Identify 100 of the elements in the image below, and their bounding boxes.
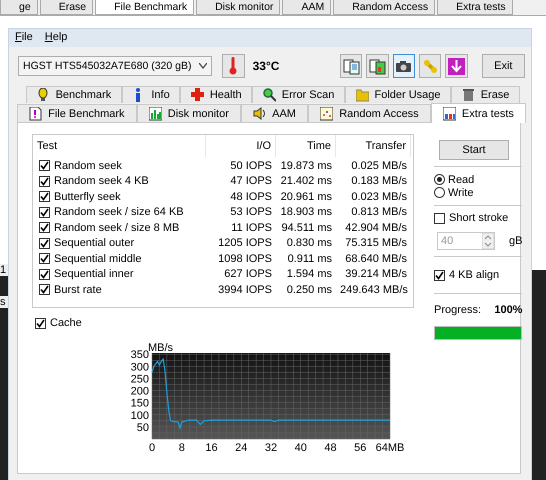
spin-arrows-icon [482, 233, 494, 249]
thermometer-icon [229, 57, 238, 75]
checkbox[interactable] [39, 160, 50, 172]
y-tick-label: 50 [136, 422, 149, 434]
column-header[interactable]: Test [33, 135, 206, 157]
tab[interactable]: Disk monitor [136, 104, 242, 122]
table-cell-text: 249.643 MB/s [339, 284, 409, 296]
table-cell-text: 20.961 ms [280, 190, 333, 203]
toolbar-button[interactable] [366, 54, 389, 78]
table-cell: Random seek / size 8 MB [54, 222, 180, 234]
x-tick-label: 24 [235, 442, 248, 454]
checkbox[interactable] [39, 206, 50, 218]
table-cell-text: 53 IOPS [229, 206, 273, 218]
background-tab[interactable]: File Benchmark [95, 0, 194, 15]
background-tab[interactable]: Disk monitor [196, 0, 280, 15]
tab[interactable]: File Benchmark [17, 104, 137, 122]
search-icon [262, 88, 276, 102]
toolbar-button[interactable] [340, 54, 362, 78]
menu-item[interactable]: File [15, 31, 33, 45]
table-cell: Sequential middle [54, 252, 142, 265]
table-cell-text: 0.183 MB/s [350, 175, 408, 188]
table-cell-text: 39.214 MB/s [344, 268, 408, 280]
exit-button[interactable]: Exit [482, 54, 526, 78]
table-cell-text: 94.511 ms [280, 222, 333, 234]
checkbox[interactable] [35, 318, 46, 328]
checkbox-label: Cache [50, 317, 82, 329]
table-cell: Sequential inner [54, 268, 134, 280]
checkbox[interactable] [39, 191, 50, 202]
cross-icon [190, 88, 204, 102]
checkbox[interactable] [39, 222, 50, 234]
table-cell-text: 0.025 MB/s [350, 160, 408, 172]
y-tick-label: 250 [130, 373, 149, 386]
y-tick-label: 350 [130, 349, 149, 362]
column-header[interactable]: I/O [206, 135, 276, 157]
checkbox[interactable] [434, 212, 445, 224]
checkbox[interactable] [434, 270, 445, 280]
tab[interactable]: Folder Usage [344, 86, 452, 103]
radio-button[interactable] [434, 174, 445, 185]
folder-icon [356, 88, 368, 102]
menu-item[interactable]: Help [44, 31, 68, 45]
table-cell-text: 47 IOPS [229, 175, 273, 188]
x-tick-label: 0 [148, 442, 156, 454]
table-cell-text: 3994 IOPS [217, 284, 273, 296]
radio-label: Write [448, 186, 474, 198]
tab[interactable]: AAM [241, 104, 308, 122]
background-tab[interactable]: Erase [40, 0, 94, 15]
radio-button[interactable] [434, 187, 445, 198]
table-cell: Sequential outer [54, 237, 134, 250]
table-cell-text: 68.640 MB/s [344, 252, 408, 265]
table-cell: Butterfly seek [54, 190, 121, 203]
table-cell-text: 21.402 ms [280, 175, 333, 188]
copy-image-icon [369, 58, 386, 74]
tab[interactable]: Random Access [308, 104, 431, 122]
start-button[interactable]: Start [439, 140, 509, 160]
table-cell-text: 18.903 ms [280, 206, 333, 218]
background-text: 1 [0, 264, 8, 276]
checkbox[interactable] [39, 253, 50, 264]
checkbox[interactable] [39, 176, 50, 187]
table-cell-text: 0.813 MB/s [350, 206, 408, 218]
table-cell-text: 11 IOPS [230, 222, 273, 234]
background-tab[interactable]: Extra tests [437, 0, 513, 15]
table-cell-text: 1.594 ms [286, 268, 333, 280]
progress-value: 100% [494, 304, 522, 316]
background-text: s [0, 296, 8, 308]
background-tab[interactable]: ge [0, 0, 38, 15]
table-cell: Burst rate [54, 284, 102, 296]
unit-label: gB [509, 235, 522, 247]
x-tick-label: 40 [294, 442, 307, 454]
checkbox[interactable] [39, 268, 50, 280]
progress-label: Progress: [434, 304, 482, 316]
checkbox[interactable] [39, 284, 50, 296]
table-cell: Random seek / size 64 KB [54, 206, 184, 218]
column-header[interactable]: Transfer [336, 135, 411, 157]
x-tick-label: 48 [324, 442, 337, 454]
x-tick-label: 16 [205, 442, 218, 454]
column-header[interactable]: Time [276, 135, 336, 157]
drive-dropdown[interactable]: HGST HTS545032A7E680 (320 gB) [18, 56, 212, 76]
table-cell-text: 19.873 ms [280, 160, 333, 172]
x-tick-label: 32 [264, 442, 278, 454]
checkbox-label: 4 KB align [449, 269, 500, 281]
table-cell-text: 42.904 MB/s [344, 222, 408, 234]
trash-icon [462, 88, 475, 102]
tab[interactable]: Info [122, 86, 180, 103]
table-cell-text: 1205 IOPS [217, 237, 273, 250]
background-tab[interactable]: AAM [282, 0, 332, 15]
toolbar-button[interactable] [392, 54, 415, 78]
table-cell: Random seek 4 KB [54, 175, 149, 188]
tab[interactable]: Erase [451, 86, 520, 103]
y-tick-label: 100 [130, 410, 149, 422]
tab[interactable]: Benchmark [26, 86, 122, 103]
background-tab[interactable]: Random Access [333, 0, 436, 15]
thermometer-button[interactable] [222, 54, 245, 78]
tab[interactable]: Health [180, 86, 252, 103]
table-icon [442, 106, 456, 120]
tab[interactable]: Error Scan [252, 86, 345, 103]
table-cell: Random seek [54, 160, 122, 172]
tab[interactable]: Extra tests [430, 103, 526, 123]
checkbox[interactable] [39, 238, 50, 249]
y-tick-label: 200 [130, 386, 149, 398]
speaker-icon [253, 106, 266, 120]
